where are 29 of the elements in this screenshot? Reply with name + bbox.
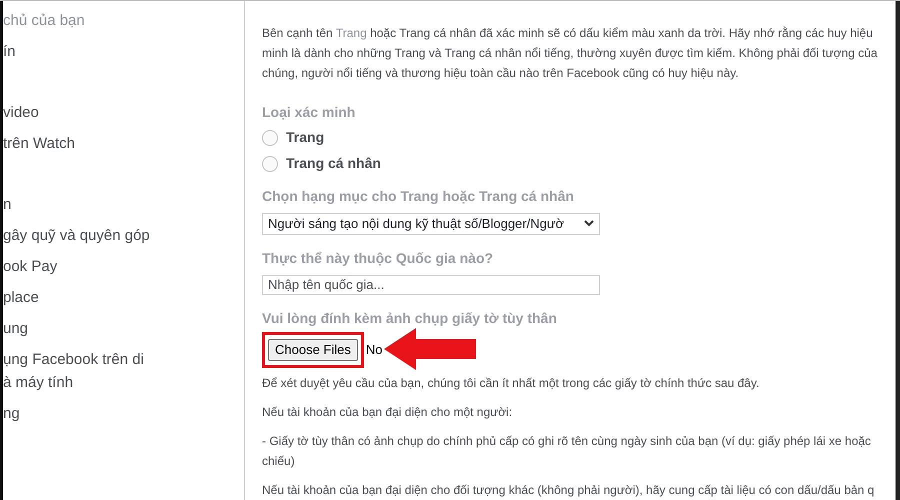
sidebar-item[interactable]: ụng Facebook trên di à máy tính bbox=[3, 344, 244, 398]
field-label: Vui lòng đính kèm ảnh chụp giấy tờ tùy thân bbox=[262, 309, 558, 327]
choose-files-button[interactable]: Choose Files bbox=[268, 338, 358, 361]
radio-button[interactable] bbox=[262, 156, 278, 172]
radio-label: Trang bbox=[286, 128, 324, 147]
sidebar-item[interactable]: place bbox=[3, 282, 244, 313]
info-paragraph: - Giấy tờ tùy thân có ảnh chụp do chính phủ cấp có ghi rõ tên cùng ngày sinh của bạn (ví dụ: giấy phép lái xe hoặc chiếu) bbox=[262, 433, 872, 470]
intro-paragraph: Bên cạnh tên Trang hoặc Trang cá nhân đã xác minh sẽ có dấu kiểm màu xanh da trời. Hãy nhớ rằng các huy hiệu minh là dành cho những Trang và Trang cá nhân nổi tiếng, thường xuyên được tìm kiếm. Không phải đối tượng của chúng, người nổi tiếng và thương hiệu toàn cầu nào trên Facebook cũng có huy hiệu này. bbox=[262, 25, 878, 82]
radio-button[interactable] bbox=[262, 130, 278, 146]
file-status: No bbox=[366, 341, 382, 360]
sidebar-item[interactable]: video bbox=[3, 97, 244, 128]
sidebar-item[interactable]: trên Watch bbox=[3, 128, 244, 159]
radio-label: Trang cá nhân bbox=[286, 154, 381, 173]
country-input-field[interactable]: Nhập tên quốc gia... bbox=[262, 274, 600, 295]
sidebar-item[interactable]: gây quỹ và quyên góp bbox=[3, 220, 244, 251]
sidebar-item[interactable]: ín bbox=[3, 36, 244, 67]
category-dropdown[interactable]: Người sáng tạo nội dung kỹ thuật số/Blogger/Ngườ bbox=[262, 213, 600, 234]
info-paragraph: Để xét duyệt yêu cầu của bạn, chúng tôi cần ít nhất một trong các giấy tờ chính thức sau đây. bbox=[262, 375, 760, 392]
field-label: Thực thể này thuộc Quốc gia nào? bbox=[262, 248, 494, 266]
sidebar-item[interactable]: ng bbox=[3, 398, 244, 429]
field-label: Loại xác minh bbox=[262, 103, 356, 121]
sidebar-item[interactable]: n bbox=[3, 189, 244, 220]
info-paragraph: Nếu tài khoản của bạn đại diện cho một người: bbox=[262, 404, 514, 421]
sidebar-item[interactable]: ung bbox=[3, 313, 244, 344]
info-paragraph: Nếu tài khoản của bạn đại diện cho đối tượng khác (không phải người), hãy cung cấp tài liệu có con dấu/dấu bản q bbox=[262, 482, 876, 499]
chevron-icon bbox=[584, 220, 594, 228]
field-label: Chọn hạng mục cho Trang hoặc Trang cá nhân bbox=[262, 187, 575, 205]
arrow-icon bbox=[384, 328, 476, 370]
sidebar-item[interactable]: ook Pay bbox=[3, 251, 244, 282]
